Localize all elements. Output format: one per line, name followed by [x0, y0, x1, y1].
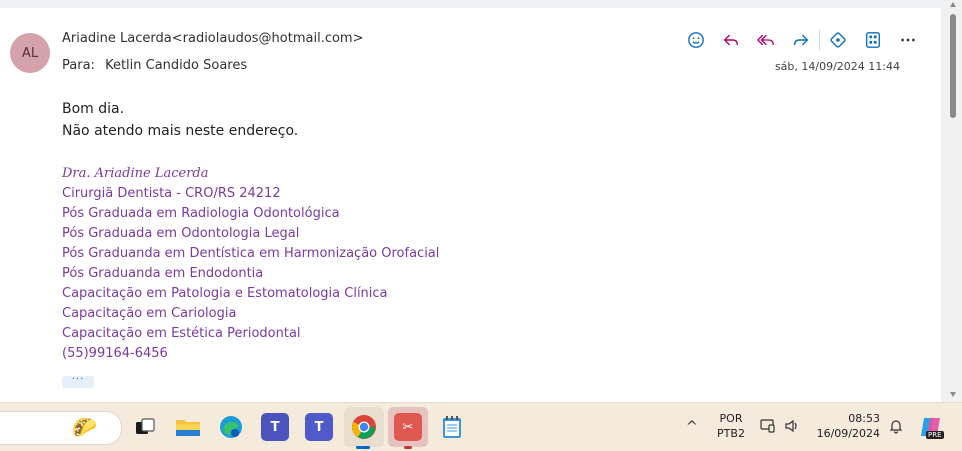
reply-all-button[interactable] [754, 28, 778, 52]
reading-pane: AL Ariadine Lacerda<radiolaudos@hotmail.… [0, 0, 962, 402]
vertical-scrollbar[interactable] [945, 0, 962, 402]
message-actions [684, 28, 931, 52]
show-trimmed-content-button[interactable]: ··· [62, 375, 94, 388]
sender[interactable]: Ariadine Lacerda<radiolaudos@hotmail.com… [62, 31, 364, 46]
message-date: sáb, 14/09/2024 11:44 [774, 60, 900, 73]
chevron-up-icon[interactable]: ^ [686, 419, 698, 435]
taco-widget-icon[interactable]: 🌮 [72, 415, 97, 439]
signature: Dra. Ariadine Lacerda Cirurgiã Dentista … [62, 164, 439, 364]
scroll-down-icon[interactable] [950, 392, 956, 397]
emoji-button[interactable] [684, 28, 708, 52]
clock-time: 08:53 [848, 412, 880, 425]
more-icon [901, 38, 915, 42]
language-indicator[interactable]: POR PTB2 [714, 411, 748, 441]
signature-line: Pós Graduada em Radiologia Odontológica [62, 206, 340, 221]
scrollbar-thumb[interactable] [950, 14, 956, 118]
edge-icon[interactable] [217, 413, 245, 441]
emoji-icon [688, 32, 704, 48]
signature-line: Pós Graduanda em Endodontia [62, 266, 264, 281]
apps-icon [830, 32, 846, 48]
reply-all-icon [757, 34, 774, 46]
immersive-reader-button[interactable] [861, 28, 885, 52]
body-line: Bom dia. [62, 101, 125, 117]
immersive-reader-icon [866, 32, 880, 48]
signature-line: Capacitação em Cariologia [62, 306, 237, 321]
signature-line: Capacitação em Patologia e Estomatologia… [62, 286, 388, 301]
message-card: AL Ariadine Lacerda<radiolaudos@hotmail.… [0, 8, 941, 402]
forward-button[interactable] [789, 28, 813, 52]
taskbar: 🌮 T T ✂ ^ POR PTB2 08:53 16/09/2024 PRE [0, 402, 962, 451]
copilot-icon[interactable]: PRE [918, 414, 944, 440]
notepad-icon[interactable] [438, 413, 466, 441]
snipping-indicator [404, 446, 412, 449]
forward-icon [793, 34, 809, 46]
reply-icon [723, 34, 739, 46]
to-recipient[interactable]: Ketlin Candido Soares [105, 58, 247, 73]
signature-line: Capacitação em Estética Periodontal [62, 326, 301, 341]
display-icon[interactable] [760, 418, 776, 438]
reply-button[interactable] [719, 28, 743, 52]
signature-line: Cirurgiã Dentista - CRO/RS 24212 [62, 186, 281, 201]
taskbar-search[interactable] [0, 411, 122, 445]
file-explorer-icon[interactable] [174, 413, 202, 441]
clock-date: 16/09/2024 [816, 427, 880, 440]
to-label: Para: [62, 58, 95, 73]
teams-classic-icon[interactable]: T [261, 413, 289, 441]
signature-name: Dra. Ariadine Lacerda [62, 166, 209, 181]
notification-bell-icon[interactable] [888, 418, 904, 438]
signature-phone: (55)99164-6456 [62, 346, 168, 361]
language-code: POR [719, 412, 743, 425]
avatar[interactable]: AL [10, 33, 50, 73]
scroll-up-icon[interactable] [950, 2, 956, 7]
task-view-icon[interactable] [131, 413, 159, 441]
clock[interactable]: 08:53 16/09/2024 [810, 411, 880, 441]
body-line: Não atendo mais neste endereço. [62, 123, 299, 139]
signature-line: Pós Graduada em Odontologia Legal [62, 226, 300, 241]
apps-button[interactable] [826, 28, 850, 52]
keyboard-layout: PTB2 [717, 427, 745, 440]
chrome-indicator [356, 446, 370, 449]
snipping-tool-icon[interactable]: ✂ [394, 413, 422, 441]
chrome-icon[interactable] [350, 413, 378, 441]
copilot-badge: PRE [926, 431, 944, 439]
action-divider [819, 30, 820, 50]
teams-icon[interactable]: T [305, 413, 333, 441]
message-body: Bom dia. Não atendo mais neste endereço. [62, 98, 298, 142]
signature-line: Pós Graduanda em Dentística em Harmoniza… [62, 246, 440, 261]
more-actions-button[interactable] [896, 28, 920, 52]
volume-icon[interactable] [784, 418, 800, 438]
recipients: Para: Ketlin Candido Soares [62, 58, 247, 73]
